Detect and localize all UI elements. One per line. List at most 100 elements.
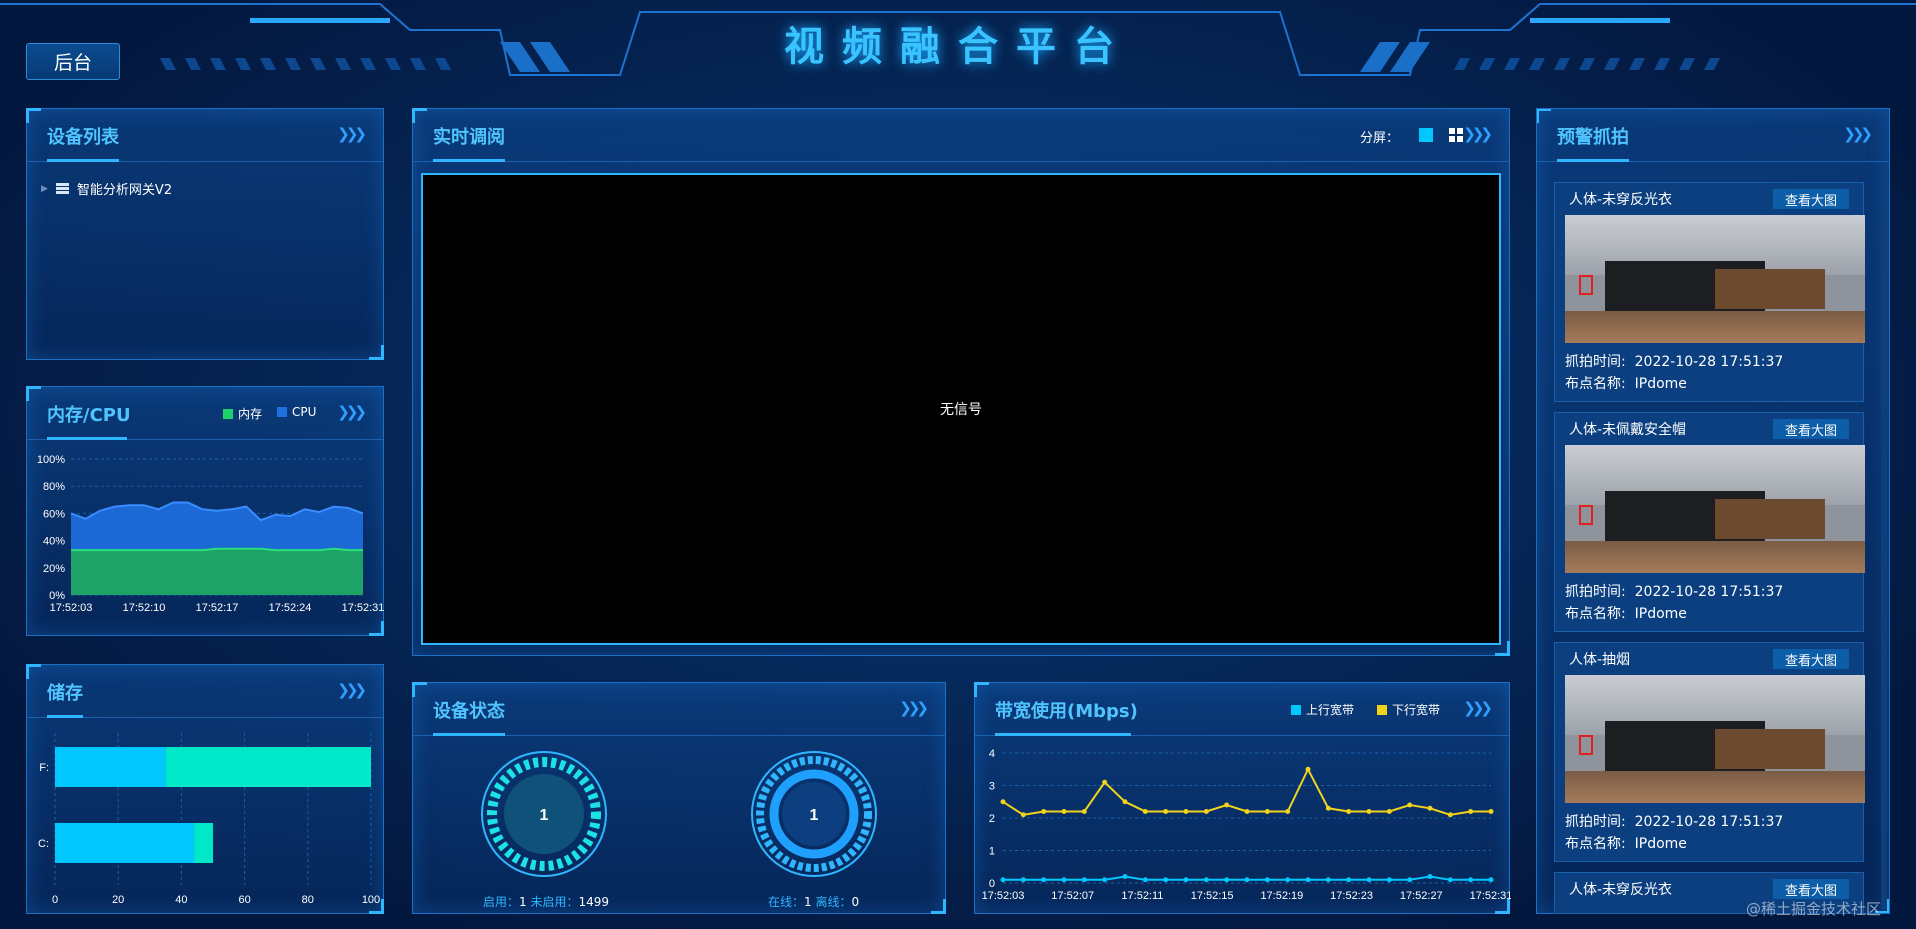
data-point [1305, 877, 1311, 883]
data-point [1061, 877, 1067, 883]
chevron-right-icon[interactable]: ❯❯❯ [899, 699, 929, 717]
data-point [1264, 809, 1270, 814]
legend-cpu: CPU [277, 405, 316, 419]
chevron-right-icon[interactable]: ❯❯❯ [337, 681, 367, 699]
data-point [1183, 809, 1189, 814]
data-point [1224, 877, 1230, 883]
free-bar [194, 823, 213, 863]
panel-title: 预警抓拍 [1557, 127, 1629, 148]
data-point [1244, 877, 1250, 883]
data-point [1346, 809, 1352, 814]
y-tick-label: 60% [43, 508, 65, 520]
x-tick-label: 20 [112, 894, 124, 906]
data-point [1163, 809, 1169, 814]
memcpu-panel: 内存/CPU ❯❯❯ 内存 CPU 0% 20% 40% 60% 80% 100% 17:5… [26, 386, 384, 636]
quad-screen-icon[interactable] [1449, 128, 1463, 142]
back-button[interactable]: 后台 [26, 43, 120, 80]
snapshot-time: 抓拍时间: 2022-10-28 17:51:37 [1565, 354, 1784, 370]
data-point [1325, 805, 1331, 811]
title-underline [47, 715, 83, 718]
y-tick-label: 2 [989, 813, 995, 825]
alert-card[interactable]: 人体-未穿反光衣 查看大图抓拍时间: 2022-10-28 17:51:37 布点名… [1554, 182, 1865, 402]
data-point [1427, 805, 1433, 811]
legend-mem: 内存 [223, 405, 262, 422]
device-status-panel: 设备状态 ❯❯❯ 1 1 启用：1 未启用：1499 在线：1 离线：0 [412, 682, 946, 914]
mem-area [71, 548, 363, 595]
data-point [1122, 874, 1128, 879]
y-tick-label: 0% [49, 590, 65, 602]
tree-item[interactable]: ▶ 智能分析网关V2 [41, 179, 172, 198]
panel-title: 储存 [47, 683, 83, 704]
header: 视频融合平台 [0, 0, 1916, 80]
chevron-right-icon[interactable]: ❯❯❯ [1843, 125, 1873, 143]
data-point [1041, 877, 1047, 883]
used-bar [55, 747, 166, 787]
chevron-right-icon[interactable]: ❯❯❯ [1463, 125, 1493, 143]
gauge2-value: 1 [810, 807, 819, 824]
device-list-panel: 设备列表 ❯❯❯ ▶ 智能分析网关V2 [26, 108, 384, 360]
y-tick-label: 1 [989, 846, 995, 858]
data-point [1447, 812, 1453, 818]
data-point [1203, 877, 1209, 883]
data-point [1346, 877, 1352, 883]
category-label: F: [39, 762, 49, 774]
x-tick-label: 17:52:19 [1260, 890, 1303, 902]
title-underline [47, 437, 127, 440]
tree-item-label: 智能分析网关V2 [76, 183, 173, 198]
alert-card[interactable]: 人体-抽烟 查看大图 抓拍时间: 2022-10-28 17:51:37 布点名称: … [1554, 642, 1865, 862]
snapshot-place: 布点名称: IPdome [1565, 376, 1687, 392]
chevron-right-icon[interactable]: ❯❯❯ [337, 403, 367, 421]
view-large-button[interactable]: 查看大图 [1773, 419, 1849, 439]
x-tick-label: 80 [302, 894, 314, 906]
data-point [1061, 809, 1067, 814]
legend-up: 上行宽带 [1291, 701, 1354, 718]
data-point [1102, 779, 1108, 785]
alert-type: 人体-未穿反光衣 [1569, 192, 1673, 208]
data-point [1264, 877, 1270, 883]
panel-title: 实时调阅 [433, 127, 505, 148]
no-signal-text: 无信号 [940, 402, 982, 418]
single-screen-icon[interactable] [1419, 128, 1433, 142]
x-tick-label: 17:52:23 [1330, 890, 1373, 902]
chevron-right-icon[interactable]: ❯❯❯ [337, 125, 367, 143]
video-player[interactable]: 无信号 [421, 173, 1501, 645]
scrollbar[interactable] [1881, 169, 1887, 909]
snapshot-image[interactable] [1565, 675, 1865, 803]
bandwidth-chart: 0 1 2 3 4 17:52:03 17:52:07 17:52:11 17:52:15 17:… [982, 748, 1511, 902]
y-tick-label: 4 [989, 748, 995, 760]
view-large-button[interactable]: 查看大图 [1773, 879, 1849, 899]
alert-type: 人体-未佩戴安全帽 [1569, 422, 1687, 438]
online-stats: 在线：1 离线：0 [768, 895, 860, 909]
x-tick-label: 17:52:15 [1191, 890, 1234, 902]
x-tick-label: 17:52:07 [1051, 890, 1094, 902]
snapshot-image[interactable] [1565, 445, 1865, 573]
caret-right-icon[interactable]: ▶ [41, 184, 48, 194]
data-point [1285, 877, 1291, 883]
title-underline [433, 733, 505, 736]
chevron-right-icon[interactable]: ❯❯❯ [1463, 699, 1493, 717]
view-large-button[interactable]: 查看大图 [1773, 189, 1849, 209]
data-point [1427, 874, 1433, 879]
x-tick-label: 17:52:24 [269, 602, 312, 614]
data-point [1183, 877, 1189, 883]
alert-type: 人体-抽烟 [1569, 652, 1631, 668]
x-tick-label: 17:52:10 [123, 602, 166, 614]
view-large-button[interactable]: 查看大图 [1773, 649, 1849, 669]
title-underline [1557, 159, 1629, 162]
x-tick-label: 60 [238, 894, 250, 906]
data-point [1244, 809, 1250, 814]
category-label: C: [38, 838, 49, 850]
watermark: @稀土掘金技术社区 [1746, 900, 1882, 918]
alert-card[interactable]: 人体-未佩戴安全帽 查看大图 抓拍时间: 2022-10-28 17:51:37 布点… [1554, 412, 1865, 632]
data-point [1163, 877, 1169, 883]
title-underline [47, 159, 119, 162]
x-tick-label: 17:52:27 [1400, 890, 1443, 902]
used-bar [55, 823, 195, 863]
divider [413, 161, 1509, 162]
snapshot-time: 抓拍时间: 2022-10-28 17:51:37 [1565, 584, 1784, 600]
snapshot-place: 布点名称: IPdome [1565, 836, 1687, 852]
online-gauge: 1 [751, 751, 877, 877]
data-point [1203, 809, 1209, 814]
data-point [1366, 809, 1372, 814]
snapshot-image[interactable] [1565, 215, 1865, 343]
